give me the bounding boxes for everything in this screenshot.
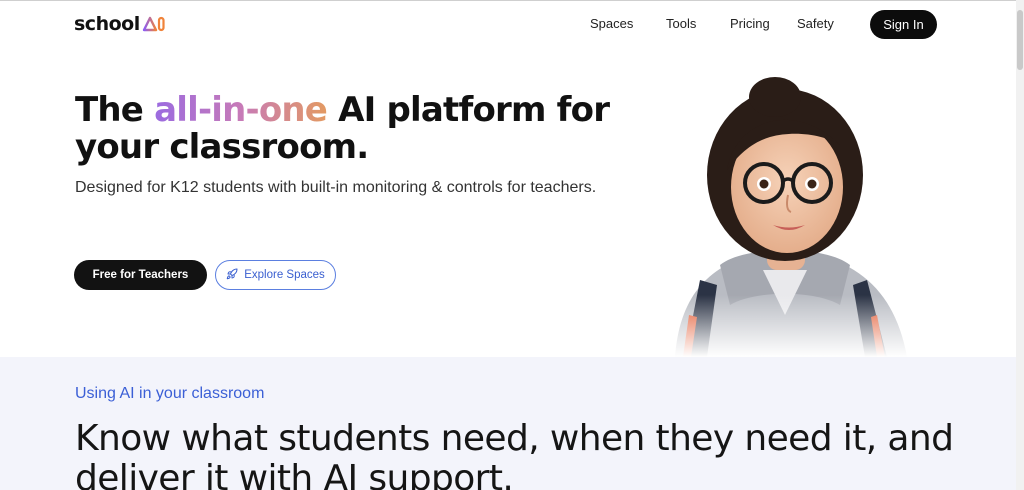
nav-tools[interactable]: Tools <box>666 14 696 34</box>
section-eyebrow: Using AI in your classroom <box>75 385 265 402</box>
scrollbar-thumb[interactable] <box>1017 10 1023 70</box>
hero-title-prefix: The <box>75 90 155 130</box>
sign-in-button[interactable]: Sign In <box>870 10 937 39</box>
explore-spaces-label: Explore Spaces <box>244 269 325 281</box>
classroom-ai-section: Using AI in your classroom Know what stu… <box>0 357 1016 490</box>
section-title: Know what students need, when they need … <box>75 418 954 490</box>
site-header: school Spaces Tools Pricing Safety Sign … <box>0 0 1016 50</box>
hero-title-highlight: all-in-one <box>154 90 328 130</box>
hero-subtitle: Designed for K12 students with built-in … <box>75 179 597 196</box>
rocket-icon <box>226 267 238 283</box>
nav-safety[interactable]: Safety <box>797 14 834 34</box>
hero-student-image <box>655 75 915 357</box>
page-scrollbar[interactable] <box>1016 0 1024 490</box>
hero-title: The all-in-one AI platform for your clas… <box>75 92 635 166</box>
explore-spaces-button[interactable]: Explore Spaces <box>215 260 336 290</box>
nav-pricing[interactable]: Pricing <box>730 14 770 34</box>
nav-spaces[interactable]: Spaces <box>590 14 633 34</box>
main-nav: Spaces Tools Pricing Safety <box>0 14 1016 34</box>
free-for-teachers-button[interactable]: Free for Teachers <box>74 260 207 290</box>
